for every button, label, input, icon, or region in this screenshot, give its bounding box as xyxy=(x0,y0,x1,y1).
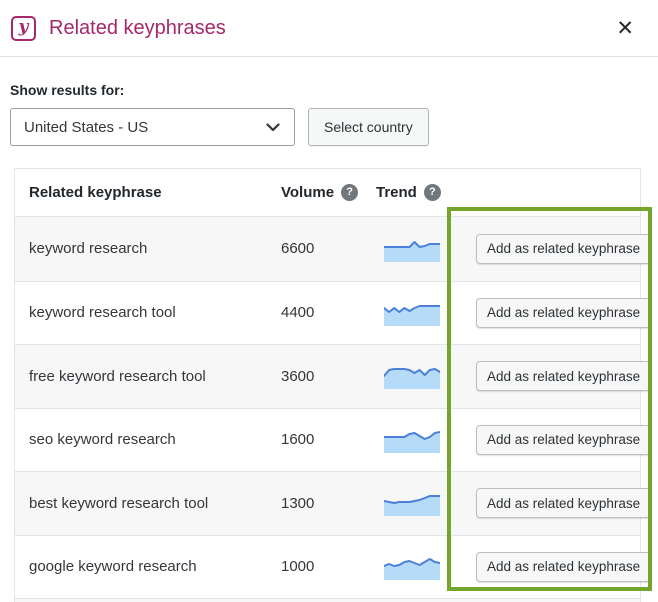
keyphrase-cell: keyword research xyxy=(29,240,148,258)
yoast-logo-icon: y xyxy=(11,15,36,41)
table-row: keyword research 6600 Add as related key… xyxy=(15,217,652,281)
volume-cell: 1300 xyxy=(281,494,315,512)
volume-cell: 4400 xyxy=(281,304,315,322)
controls-row: United States - US Select country xyxy=(10,108,658,146)
table-row: seo keyword research 1600 Add as related… xyxy=(15,407,652,472)
table-row: google keyword research 1000 Add as rela… xyxy=(15,534,652,599)
country-dropdown[interactable]: United States - US xyxy=(10,108,295,146)
modal-title: Related keyphrases xyxy=(49,16,226,39)
trend-sparkline xyxy=(384,557,440,580)
trend-sparkline xyxy=(384,240,440,262)
keyphrase-cell: free keyword research tool xyxy=(29,367,206,385)
header-trend-label: Trend xyxy=(376,184,417,201)
header-volume: Volume ? xyxy=(281,184,376,201)
table-row: best keyword research tool 1300 Add as r… xyxy=(15,471,652,535)
chevron-down-icon xyxy=(266,123,280,132)
keyphrase-cell: google keyword research xyxy=(29,558,197,576)
select-country-button[interactable]: Select country xyxy=(308,108,429,146)
country-dropdown-value: United States - US xyxy=(24,118,149,136)
table-row-partial xyxy=(15,598,640,602)
volume-cell: 3600 xyxy=(281,367,315,385)
related-keyphrases-table: Related keyphrase Volume ? Trend ? keywo… xyxy=(14,168,652,602)
table-row: keyword research tool 4400 Add as relate… xyxy=(15,280,652,345)
modal-header: y Related keyphrases ✕ xyxy=(0,0,658,57)
add-related-keyphrase-button[interactable]: Add as related keyphrase xyxy=(476,297,652,328)
add-related-keyphrase-button[interactable]: Add as related keyphrase xyxy=(476,424,652,455)
trend-sparkline xyxy=(384,430,440,453)
show-results-label: Show results for: xyxy=(10,82,125,98)
add-related-keyphrase-button[interactable]: Add as related keyphrase xyxy=(476,551,652,582)
add-related-keyphrase-button[interactable]: Add as related keyphrase xyxy=(476,361,652,392)
trend-sparkline xyxy=(384,495,440,517)
add-related-keyphrase-button[interactable]: Add as related keyphrase xyxy=(476,488,652,519)
trend-sparkline xyxy=(384,304,440,326)
keyphrase-cell: seo keyword research xyxy=(29,431,176,449)
header-volume-label: Volume xyxy=(281,184,335,201)
keyphrase-cell: keyword research tool xyxy=(29,304,176,322)
related-keyphrases-modal: y Related keyphrases ✕ Show results for:… xyxy=(0,0,658,602)
header-trend: Trend ? xyxy=(376,184,462,201)
close-icon[interactable]: ✕ xyxy=(610,14,640,43)
trend-sparkline xyxy=(384,368,440,390)
header-keyphrase: Related keyphrase xyxy=(29,184,162,201)
volume-cell: 1000 xyxy=(281,558,315,576)
volume-cell: 6600 xyxy=(281,240,315,258)
yoast-logo-letter: y xyxy=(18,16,29,37)
volume-help-icon[interactable]: ? xyxy=(341,184,359,201)
volume-cell: 1600 xyxy=(281,431,315,449)
trend-help-icon[interactable]: ? xyxy=(423,184,441,201)
table-row: free keyword research tool 3600 Add as r… xyxy=(15,344,652,408)
keyphrase-cell: best keyword research tool xyxy=(29,494,209,512)
table-header-row: Related keyphrase Volume ? Trend ? xyxy=(15,169,640,217)
add-related-keyphrase-button[interactable]: Add as related keyphrase xyxy=(476,233,652,264)
